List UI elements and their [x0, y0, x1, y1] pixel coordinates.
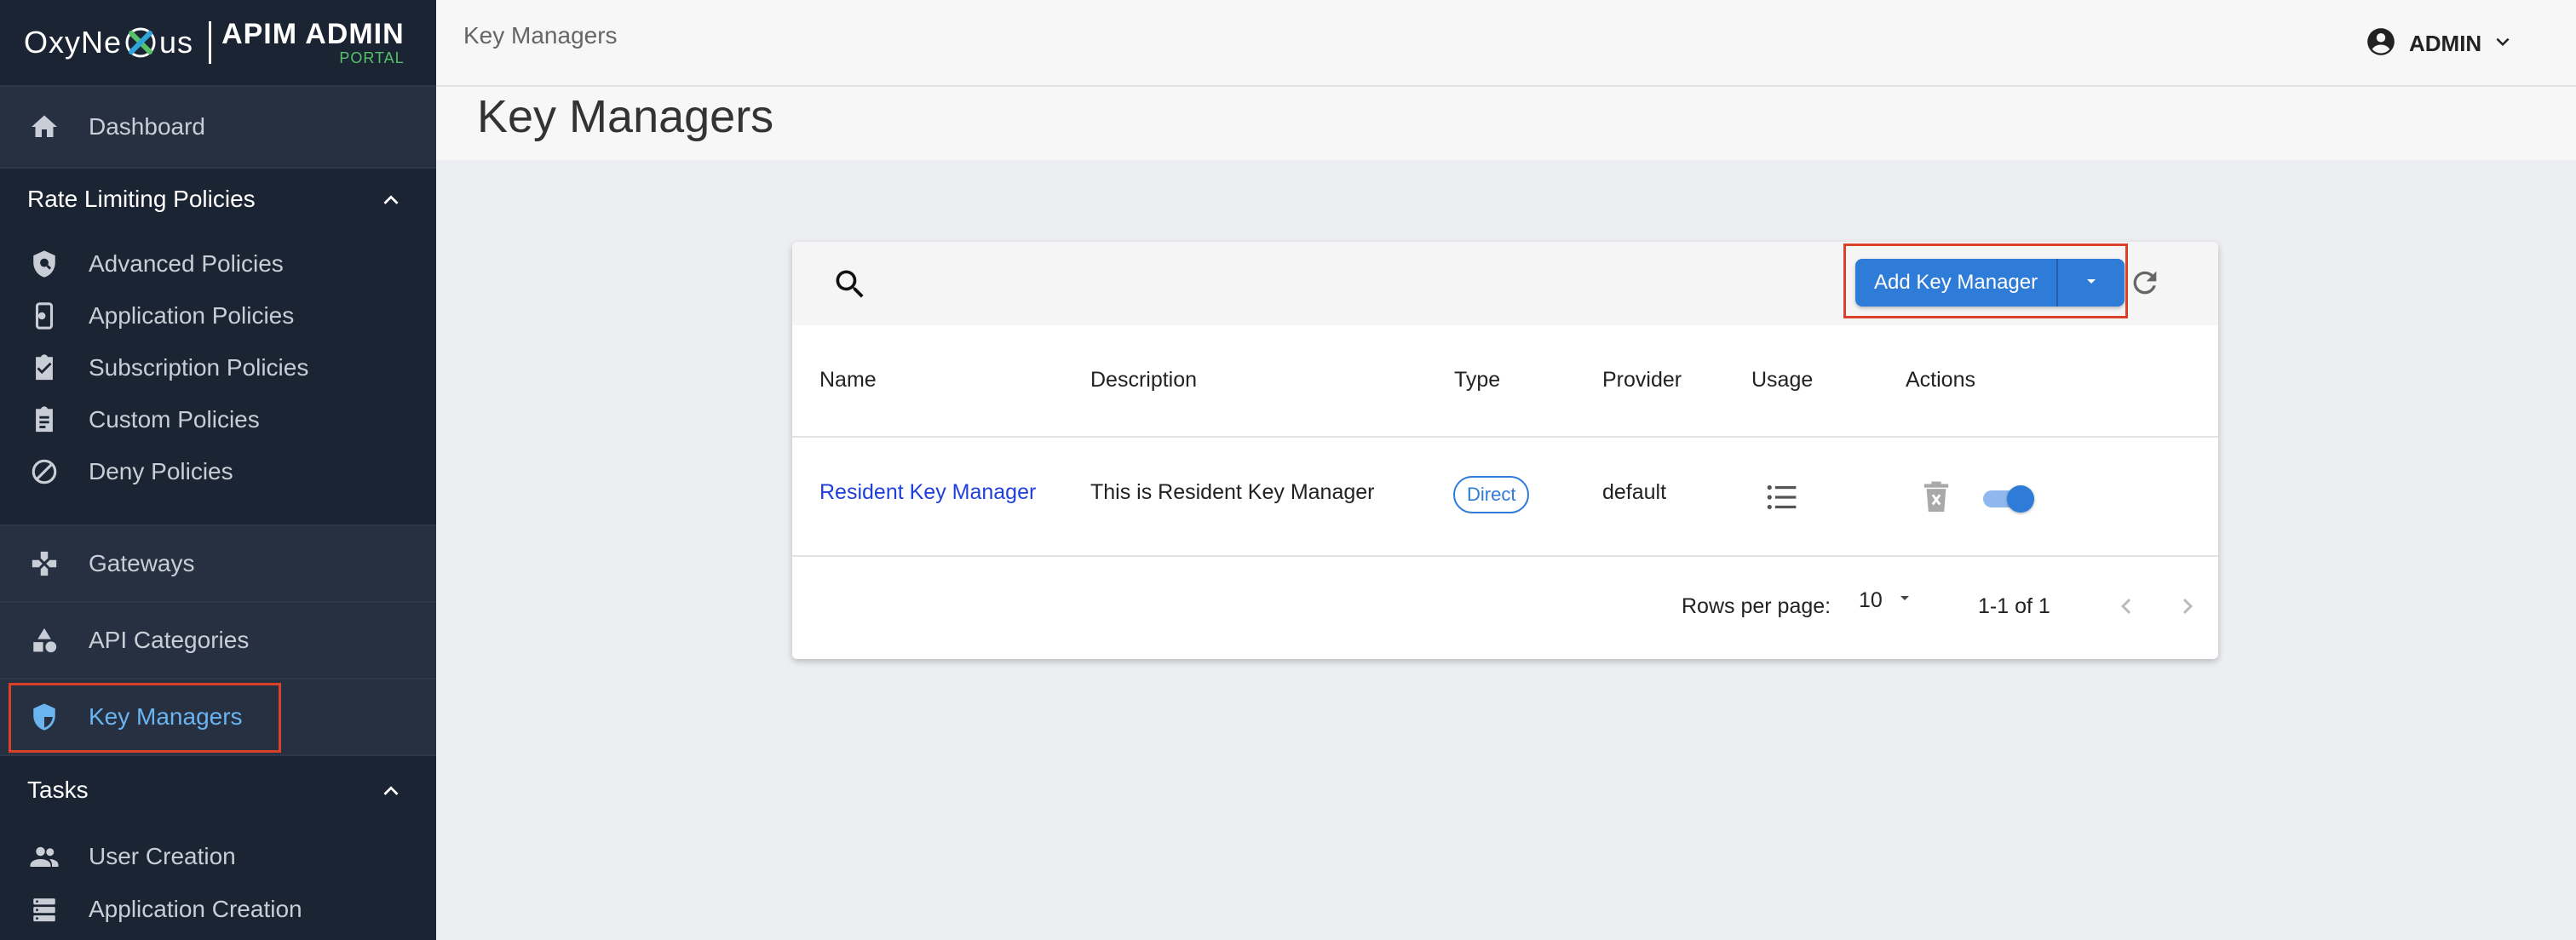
- clipboard-check-icon: [27, 351, 61, 385]
- chevron-up-icon[interactable]: [377, 186, 405, 215]
- type-chip: Direct: [1453, 476, 1530, 513]
- sidebar-item-label: Application Policies: [89, 302, 295, 329]
- product-line1: APIM ADMIN: [221, 18, 405, 50]
- divider: [792, 555, 2218, 557]
- home-icon: [27, 110, 61, 144]
- sidebar-item-subscription-policies[interactable]: Subscription Policies: [0, 342, 436, 393]
- rows-per-page-value: 10: [1859, 588, 1883, 612]
- chevron-up-icon[interactable]: [377, 777, 405, 805]
- page-title-bar: Key Managers: [436, 87, 2576, 160]
- search-icon[interactable]: [831, 266, 869, 303]
- user-menu[interactable]: ADMIN: [2365, 26, 2516, 62]
- sidebar-item-api-categories[interactable]: API Categories: [0, 603, 436, 678]
- category-icon: [27, 623, 61, 657]
- chevron-down-icon: [2490, 29, 2516, 59]
- sidebar: OxyNe us APIM ADMIN PORTAL Dashboard Rat…: [0, 0, 436, 940]
- logo-prefix: OxyNe: [24, 25, 123, 60]
- sidebar-item-label: Deny Policies: [89, 458, 233, 484]
- sidebar-item-label: Gateways: [89, 550, 195, 576]
- clipboard-list-icon: [27, 403, 61, 437]
- top-app-bar: Key Managers ADMIN: [436, 0, 2576, 87]
- page-title: Key Managers: [477, 91, 774, 142]
- column-header-provider[interactable]: Provider: [1602, 368, 1682, 393]
- table-toolbar: Add Key Manager: [792, 242, 2218, 325]
- logo-suffix: us: [159, 25, 194, 60]
- sidebar-item-label: Custom Policies: [89, 406, 260, 433]
- gamepad-icon: [27, 547, 61, 581]
- section-tasks[interactable]: Tasks: [0, 756, 436, 824]
- column-header-type[interactable]: Type: [1454, 368, 1500, 393]
- storage-icon: [27, 892, 61, 926]
- phone-settings-icon: [27, 299, 61, 333]
- logo-wordmark: OxyNe us: [24, 25, 193, 60]
- block-icon: [27, 455, 61, 489]
- selection-highlight: [9, 683, 281, 753]
- brand-divider: [209, 21, 212, 64]
- column-header-usage[interactable]: Usage: [1751, 368, 1813, 393]
- section-label: Tasks: [27, 777, 89, 803]
- sidebar-item-custom-policies[interactable]: Custom Policies: [0, 394, 436, 445]
- key-managers-table-card: Add Key Manager Name Description Type Pr…: [792, 242, 2218, 659]
- action-highlight: [1843, 244, 2128, 318]
- account-circle-icon: [2365, 26, 2397, 62]
- rows-per-page-select[interactable]: 10: [1859, 588, 1915, 614]
- column-header-actions: Actions: [1906, 368, 1975, 392]
- sidebar-item-label: API Categories: [89, 627, 250, 653]
- column-header-name[interactable]: Name: [819, 368, 877, 393]
- users-icon: [27, 840, 61, 874]
- sidebar-item-application-creation[interactable]: Application Creation: [0, 884, 436, 935]
- sidebar-item-advanced-policies[interactable]: Advanced Policies: [0, 238, 436, 289]
- column-header-description[interactable]: Description: [1090, 368, 1197, 393]
- sidebar-item-label: User Creation: [89, 843, 236, 869]
- key-manager-name-link[interactable]: Resident Key Manager: [819, 480, 1036, 505]
- list-icon[interactable]: [1765, 482, 1799, 513]
- brand-logo[interactable]: OxyNe us APIM ADMIN PORTAL: [0, 0, 436, 87]
- sidebar-item-label: Application Creation: [89, 896, 302, 922]
- sidebar-item-dashboard[interactable]: Dashboard: [0, 87, 436, 167]
- refresh-icon[interactable]: [2128, 266, 2162, 300]
- sidebar-item-label: Advanced Policies: [89, 250, 284, 277]
- enable-toggle[interactable]: [1980, 484, 2034, 513]
- sidebar-item-deny-policies[interactable]: Deny Policies: [0, 446, 436, 497]
- section-label: Rate Limiting Policies: [27, 186, 256, 212]
- toggle-thumb: [2007, 485, 2034, 513]
- caret-down-icon: [1895, 588, 1915, 614]
- breadcrumb[interactable]: Key Managers: [463, 22, 618, 49]
- previous-page-icon[interactable]: [2111, 591, 2142, 622]
- sidebar-item-label: Subscription Policies: [89, 354, 309, 381]
- rows-per-page-label: Rows per page:: [1682, 594, 1831, 618]
- pagination-range: 1-1 of 1: [1978, 594, 2050, 618]
- sidebar-item-user-creation[interactable]: User Creation: [0, 831, 436, 882]
- product-name: APIM ADMIN PORTAL: [221, 20, 405, 66]
- sidebar-item-gateways[interactable]: Gateways: [0, 526, 436, 601]
- shield-search-icon: [27, 247, 61, 281]
- sidebar-item-label: Dashboard: [89, 113, 205, 140]
- key-manager-description: This is Resident Key Manager: [1090, 480, 1375, 504]
- next-page-icon[interactable]: [2172, 591, 2203, 622]
- delete-icon[interactable]: [1922, 480, 1951, 514]
- sidebar-item-application-policies[interactable]: Application Policies: [0, 290, 436, 341]
- key-manager-provider: default: [1602, 480, 1667, 504]
- logo-x-icon: [123, 25, 158, 60]
- user-name: ADMIN: [2409, 31, 2482, 56]
- divider: [792, 436, 2218, 438]
- product-line2: PORTAL: [339, 49, 405, 66]
- section-rate-limiting[interactable]: Rate Limiting Policies: [0, 169, 436, 233]
